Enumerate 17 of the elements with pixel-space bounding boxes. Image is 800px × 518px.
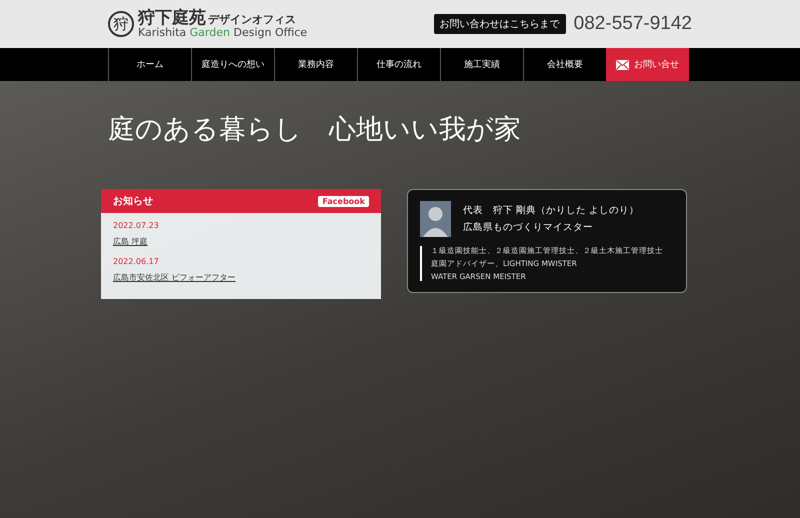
hero-tagline: 庭のある暮らし 心地いい我が家 [108,113,522,147]
news-link[interactable]: 広島 坪庭 [113,236,369,247]
news-date: 2022.06.17 [113,257,160,266]
facebook-link[interactable]: Facebook [318,196,369,206]
news-link[interactable]: 広島市安佐北区 ビフォーアフター [113,272,369,283]
logo-title-suffix: デザインオフィス [208,14,296,26]
profile-role: 広島県ものづくりマイスター [463,221,594,234]
news-title: お知らせ [113,194,153,208]
avatar-icon [420,201,451,237]
logo-subtitle: Karishita Garden Design Office [138,27,308,40]
news-date: 2022.07.23 [113,221,160,230]
profile-name: 代表 狩下 剛典（かりした よしのり） [463,204,640,217]
envelope-icon [616,60,629,70]
phone-number: 082-557-9142 [574,13,692,35]
logo-mark: 狩 [108,11,134,37]
logo-title: 狩下庭苑 [138,8,206,28]
contact-label: お問い合わせはこちらまで [434,14,566,34]
